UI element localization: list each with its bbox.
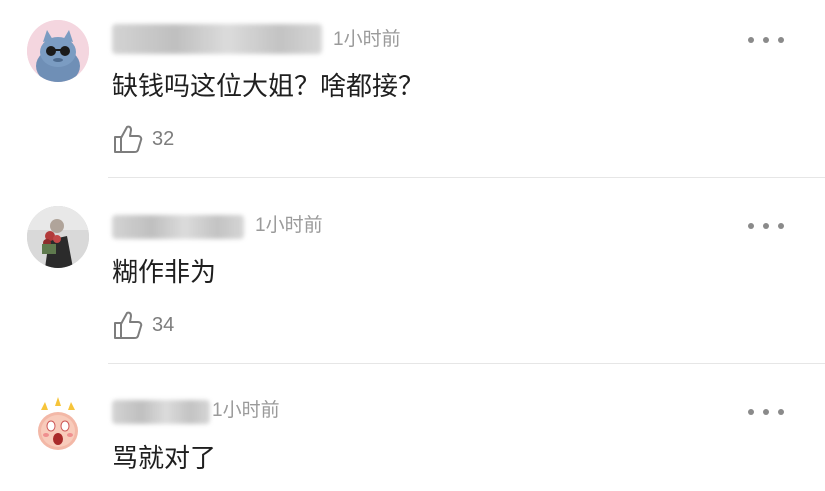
username-blurred[interactable] [112,215,244,239]
thumbs-up-icon [114,125,143,153]
more-options-icon[interactable] [748,406,784,418]
photo-avatar-flowers [27,206,89,268]
more-options-icon[interactable] [748,220,784,232]
thumbs-up-icon [114,311,143,339]
user-avatar[interactable] [27,394,89,456]
like-count: 34 [152,313,175,336]
comment-item: 1小时前 缺钱吗这位大姐？啥都接？ 32 [0,0,825,178]
comment-text: 缺钱吗这位大姐？啥都接？ [112,72,425,102]
user-avatar[interactable] [27,20,89,82]
comment-time: 1小时前 [255,215,323,236]
like-count: 32 [152,127,175,150]
like-button[interactable]: 32 [112,122,174,156]
cartoon-cat-avatar [27,20,89,82]
comment-item: 1小时前 糊作非为 34 [0,178,825,364]
comment-time: 1小时前 [212,400,280,421]
username-blurred[interactable] [112,400,210,424]
like-button[interactable]: 34 [112,308,174,342]
comment-text: 糊作非为 [112,258,217,288]
more-options-icon[interactable] [748,34,784,46]
comment-item: 1小时前 骂就对了 [0,364,825,491]
username-blurred[interactable] [112,24,322,54]
shocked-emoji-avatar [27,394,89,456]
comment-time: 1小时前 [333,29,401,50]
comment-text: 骂就对了 [112,444,217,474]
user-avatar[interactable] [27,206,89,268]
